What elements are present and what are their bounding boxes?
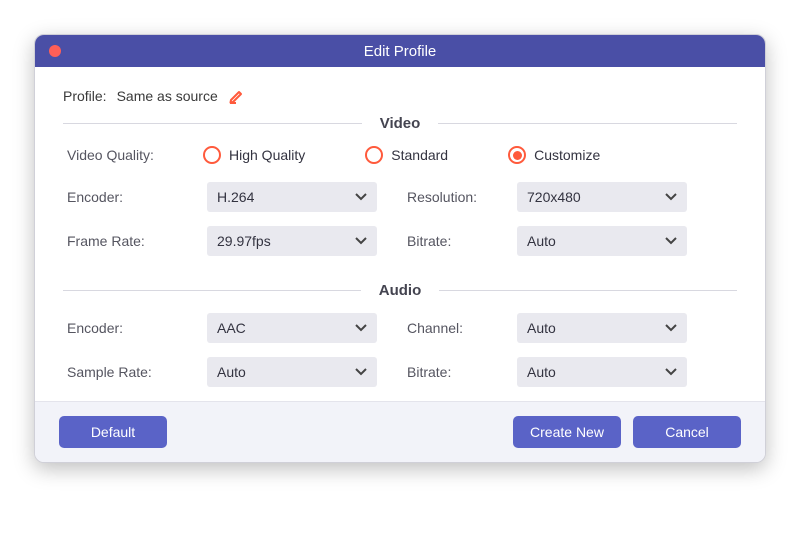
select-value: Auto — [527, 233, 556, 249]
close-icon[interactable] — [49, 45, 61, 57]
select-value: AAC — [217, 320, 246, 336]
select-value: 29.97fps — [217, 233, 271, 249]
window-body: Profile: Same as source Video Video Qual… — [35, 67, 765, 401]
video-quality-label: Video Quality: — [67, 147, 203, 163]
video-encoder-select[interactable]: H.264 — [207, 182, 377, 212]
video-settings-grid: Encoder: H.264 Resolution: 720x480 Frame… — [63, 182, 737, 256]
cancel-button[interactable]: Cancel — [633, 416, 741, 448]
video-section-divider: Video — [63, 115, 737, 132]
radio-high-quality[interactable]: High Quality — [203, 146, 305, 164]
audio-encoder-select[interactable]: AAC — [207, 313, 377, 343]
video-bitrate-label: Bitrate: — [407, 233, 517, 249]
audio-settings-grid: Encoder: AAC Channel: Auto Sample Rate: … — [63, 313, 737, 387]
edit-profile-window: Edit Profile Profile: Same as source Vid… — [34, 34, 766, 463]
profile-row: Profile: Same as source — [63, 87, 737, 105]
chevron-down-icon — [665, 193, 677, 201]
default-button[interactable]: Default — [59, 416, 167, 448]
audio-channel-select[interactable]: Auto — [517, 313, 687, 343]
footer: Default Create New Cancel — [35, 401, 765, 462]
radio-label: High Quality — [229, 147, 305, 163]
radio-label: Standard — [391, 147, 448, 163]
video-bitrate-select[interactable]: Auto — [517, 226, 687, 256]
video-framerate-select[interactable]: 29.97fps — [207, 226, 377, 256]
profile-label: Profile: — [63, 88, 107, 104]
video-resolution-select[interactable]: 720x480 — [517, 182, 687, 212]
edit-icon[interactable] — [228, 87, 246, 105]
chevron-down-icon — [665, 237, 677, 245]
video-section-label: Video — [362, 115, 439, 132]
audio-section-divider: Audio — [63, 282, 737, 299]
audio-section-label: Audio — [361, 282, 440, 299]
select-value: Auto — [527, 364, 556, 380]
audio-channel-label: Channel: — [407, 320, 517, 336]
radio-customize[interactable]: Customize — [508, 146, 600, 164]
select-value: Auto — [217, 364, 246, 380]
video-encoder-label: Encoder: — [67, 189, 207, 205]
radio-icon — [508, 146, 526, 164]
select-value: Auto — [527, 320, 556, 336]
chevron-down-icon — [355, 237, 367, 245]
video-resolution-label: Resolution: — [407, 189, 517, 205]
radio-standard[interactable]: Standard — [365, 146, 448, 164]
window-title: Edit Profile — [364, 43, 437, 60]
video-framerate-label: Frame Rate: — [67, 233, 207, 249]
chevron-down-icon — [355, 193, 367, 201]
video-quality-row: Video Quality: High Quality Standard Cus… — [63, 146, 737, 164]
radio-label: Customize — [534, 147, 600, 163]
select-value: 720x480 — [527, 189, 581, 205]
audio-encoder-label: Encoder: — [67, 320, 207, 336]
profile-value: Same as source — [117, 88, 218, 104]
create-new-button[interactable]: Create New — [513, 416, 621, 448]
audio-samplerate-select[interactable]: Auto — [207, 357, 377, 387]
chevron-down-icon — [355, 368, 367, 376]
audio-bitrate-label: Bitrate: — [407, 364, 517, 380]
chevron-down-icon — [665, 368, 677, 376]
chevron-down-icon — [665, 324, 677, 332]
radio-icon — [365, 146, 383, 164]
audio-bitrate-select[interactable]: Auto — [517, 357, 687, 387]
select-value: H.264 — [217, 189, 254, 205]
radio-icon — [203, 146, 221, 164]
audio-samplerate-label: Sample Rate: — [67, 364, 207, 380]
chevron-down-icon — [355, 324, 367, 332]
titlebar: Edit Profile — [35, 35, 765, 67]
